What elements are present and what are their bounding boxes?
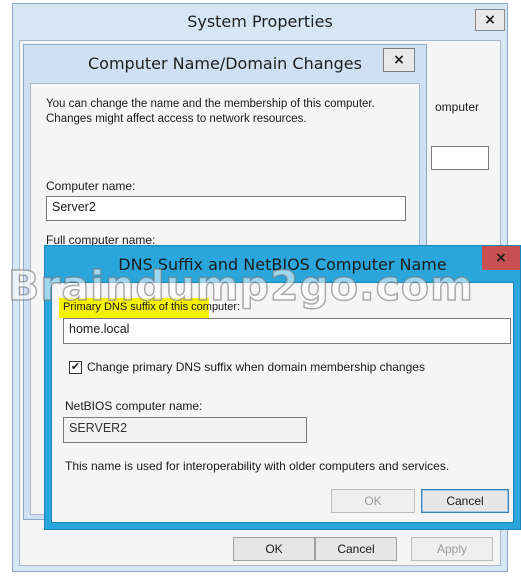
cancel-label: Cancel: [337, 542, 375, 556]
computer-name-titlebar: Computer Name/Domain Changes: [24, 45, 426, 81]
dns-suffix-titlebar: DNS Suffix and NetBIOS Computer Name: [45, 246, 520, 282]
dns-suffix-title: DNS Suffix and NetBIOS Computer Name: [118, 254, 447, 274]
close-icon: ×: [393, 52, 405, 68]
change-dns-checkbox[interactable]: ✔: [69, 361, 82, 374]
dns-suffix-close-button[interactable]: ×: [482, 246, 520, 270]
close-icon: ×: [495, 250, 507, 266]
system-properties-title: System Properties: [187, 11, 333, 31]
checkmark-icon: ✔: [70, 361, 81, 373]
system-properties-cancel-button[interactable]: Cancel: [315, 537, 397, 561]
netbios-label: NetBIOS computer name:: [65, 399, 203, 413]
change-dns-checkbox-label[interactable]: Change primary DNS suffix when domain me…: [87, 360, 425, 374]
close-icon: ×: [484, 12, 496, 28]
cancel-label: Cancel: [446, 494, 484, 508]
system-properties-ok-button[interactable]: OK: [233, 537, 315, 561]
computer-name-field[interactable]: Server2: [46, 196, 406, 221]
primary-dns-label: Primary DNS suffix of this computer:: [63, 301, 241, 313]
dns-ok-button[interactable]: OK: [331, 489, 415, 513]
dns-cancel-button[interactable]: Cancel: [421, 489, 509, 513]
primary-dns-field[interactable]: home.local: [63, 318, 511, 344]
computer-name-title: Computer Name/Domain Changes: [88, 53, 362, 73]
computer-name-close-button[interactable]: ×: [383, 48, 415, 72]
ok-label: OK: [364, 494, 382, 508]
system-properties-close-button[interactable]: ×: [475, 9, 505, 31]
computer-name-description: You can change the name and the membersh…: [46, 98, 375, 125]
system-properties-partial-label: omputer: [435, 100, 480, 114]
netbios-info-text: This name is used for interoperability w…: [65, 459, 450, 473]
system-properties-partial-field[interactable]: [431, 146, 489, 170]
ok-label: OK: [265, 542, 283, 556]
apply-label: Apply: [436, 542, 468, 556]
system-properties-apply-button[interactable]: Apply: [411, 537, 493, 561]
dns-suffix-window: DNS Suffix and NetBIOS Computer Name × P…: [44, 245, 521, 530]
system-properties-titlebar: System Properties: [13, 4, 507, 38]
netbios-field[interactable]: SERVER2: [63, 417, 307, 443]
computer-name-label: Computer name:: [46, 179, 136, 193]
